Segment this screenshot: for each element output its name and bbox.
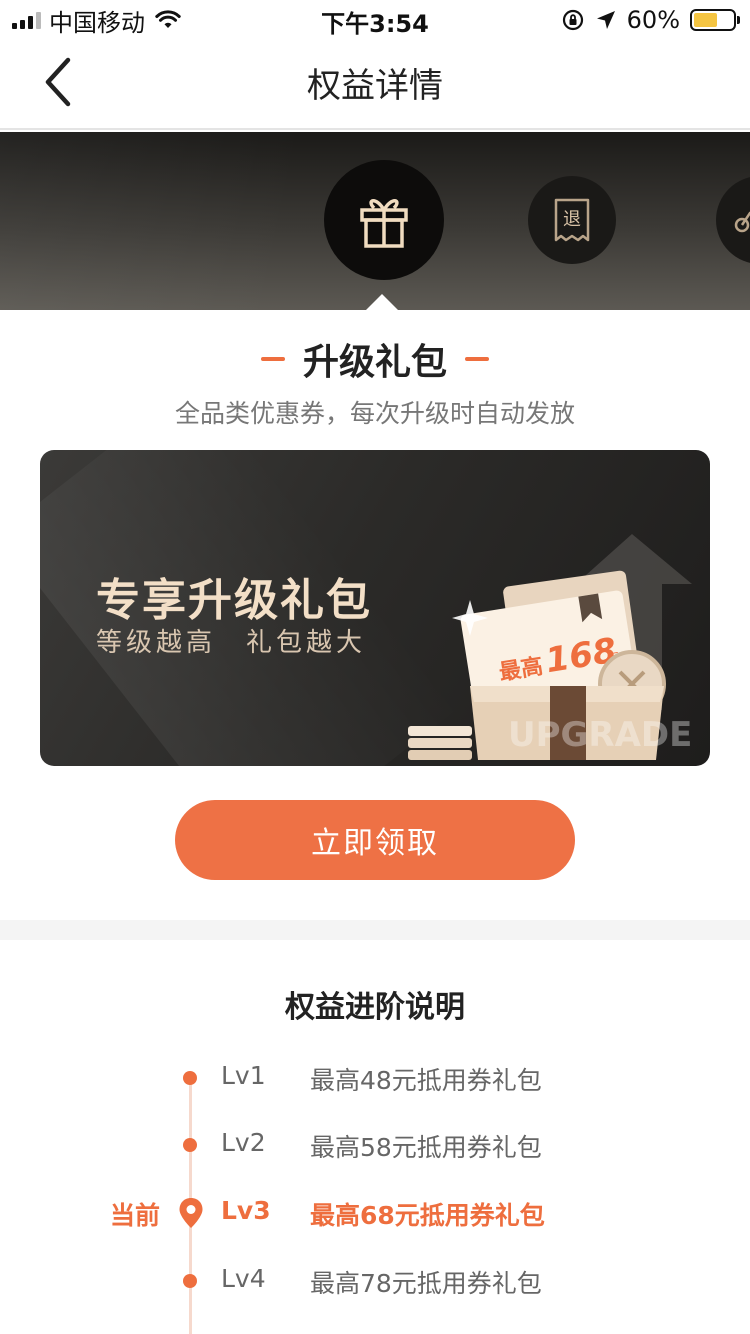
section-title: 升级礼包 — [302, 342, 447, 383]
level-label: Lv1 — [221, 1061, 266, 1090]
upgrade-gift-banner: 专享升级礼包 等级越高 礼包越大 最高 168 元 UPGRADE — [40, 450, 710, 766]
battery-percent: 60% — [626, 6, 680, 34]
location-pin-icon — [179, 1198, 203, 1228]
level-desc: 最高68元抵用券礼包 — [310, 1201, 545, 1230]
perk-carousel[interactable]: 退 — [0, 132, 750, 310]
level-desc: 最高58元抵用券礼包 — [310, 1133, 542, 1162]
selection-pointer — [366, 294, 398, 310]
section-divider — [0, 920, 750, 940]
level-label: Lv3 — [221, 1196, 271, 1225]
status-bar: 中国移动 下午3:54 60% — [0, 0, 750, 40]
battery-icon — [690, 9, 740, 31]
timeline-dot — [183, 1274, 197, 1288]
level-desc: 最高48元抵用券礼包 — [310, 1066, 542, 1095]
level-row-lv4: Lv4 最高78元抵用券礼包 — [0, 1261, 750, 1301]
section-heading: 升级礼包 — [0, 334, 750, 384]
title-dash-left — [260, 357, 285, 361]
page-title: 权益详情 — [307, 66, 443, 106]
level-row-lv1: Lv1 最高48元抵用券礼包 — [0, 1058, 750, 1098]
gift-box-illustration: 最高 168 元 UPGRADE — [408, 534, 692, 760]
level-label: Lv2 — [221, 1128, 266, 1157]
banner-title: 专享升级礼包 — [96, 575, 372, 626]
timeline-dot — [183, 1138, 197, 1152]
level-desc: 最高78元抵用券礼包 — [310, 1269, 542, 1298]
perk-refund[interactable]: 退 — [528, 176, 616, 264]
perk-upgrade-gift[interactable] — [324, 160, 444, 280]
timeline-dot — [183, 1071, 197, 1085]
level-label: Lv4 — [221, 1264, 266, 1293]
orientation-lock-icon — [562, 9, 583, 31]
claim-button[interactable]: 立即领取 — [175, 800, 575, 880]
section-subtitle: 全品类优惠券，每次升级时自动发放 — [174, 399, 575, 428]
level-row-lv2: Lv2 最高58元抵用券礼包 — [0, 1125, 750, 1165]
level-row-lv3: 当前 Lv3 最高68元抵用券礼包 — [0, 1193, 750, 1233]
refund-label: 退 — [563, 209, 581, 230]
banner-subtitle: 等级越高 礼包越大 — [96, 628, 367, 658]
location-arrow-icon — [596, 11, 615, 29]
title-dash-right — [465, 357, 489, 361]
refund-ticket-icon: 退 — [554, 198, 590, 242]
delivery-bike-icon — [734, 211, 750, 233]
progression-title: 权益进阶说明 — [285, 990, 465, 1025]
status-right: 60% — [561, 6, 740, 34]
current-level-label: 当前 — [110, 1201, 161, 1230]
box-text: UPGRADE — [508, 715, 692, 755]
nav-bar: 权益详情 — [0, 40, 750, 130]
gift-icon — [360, 199, 408, 248]
perk-delivery[interactable] — [716, 176, 750, 264]
